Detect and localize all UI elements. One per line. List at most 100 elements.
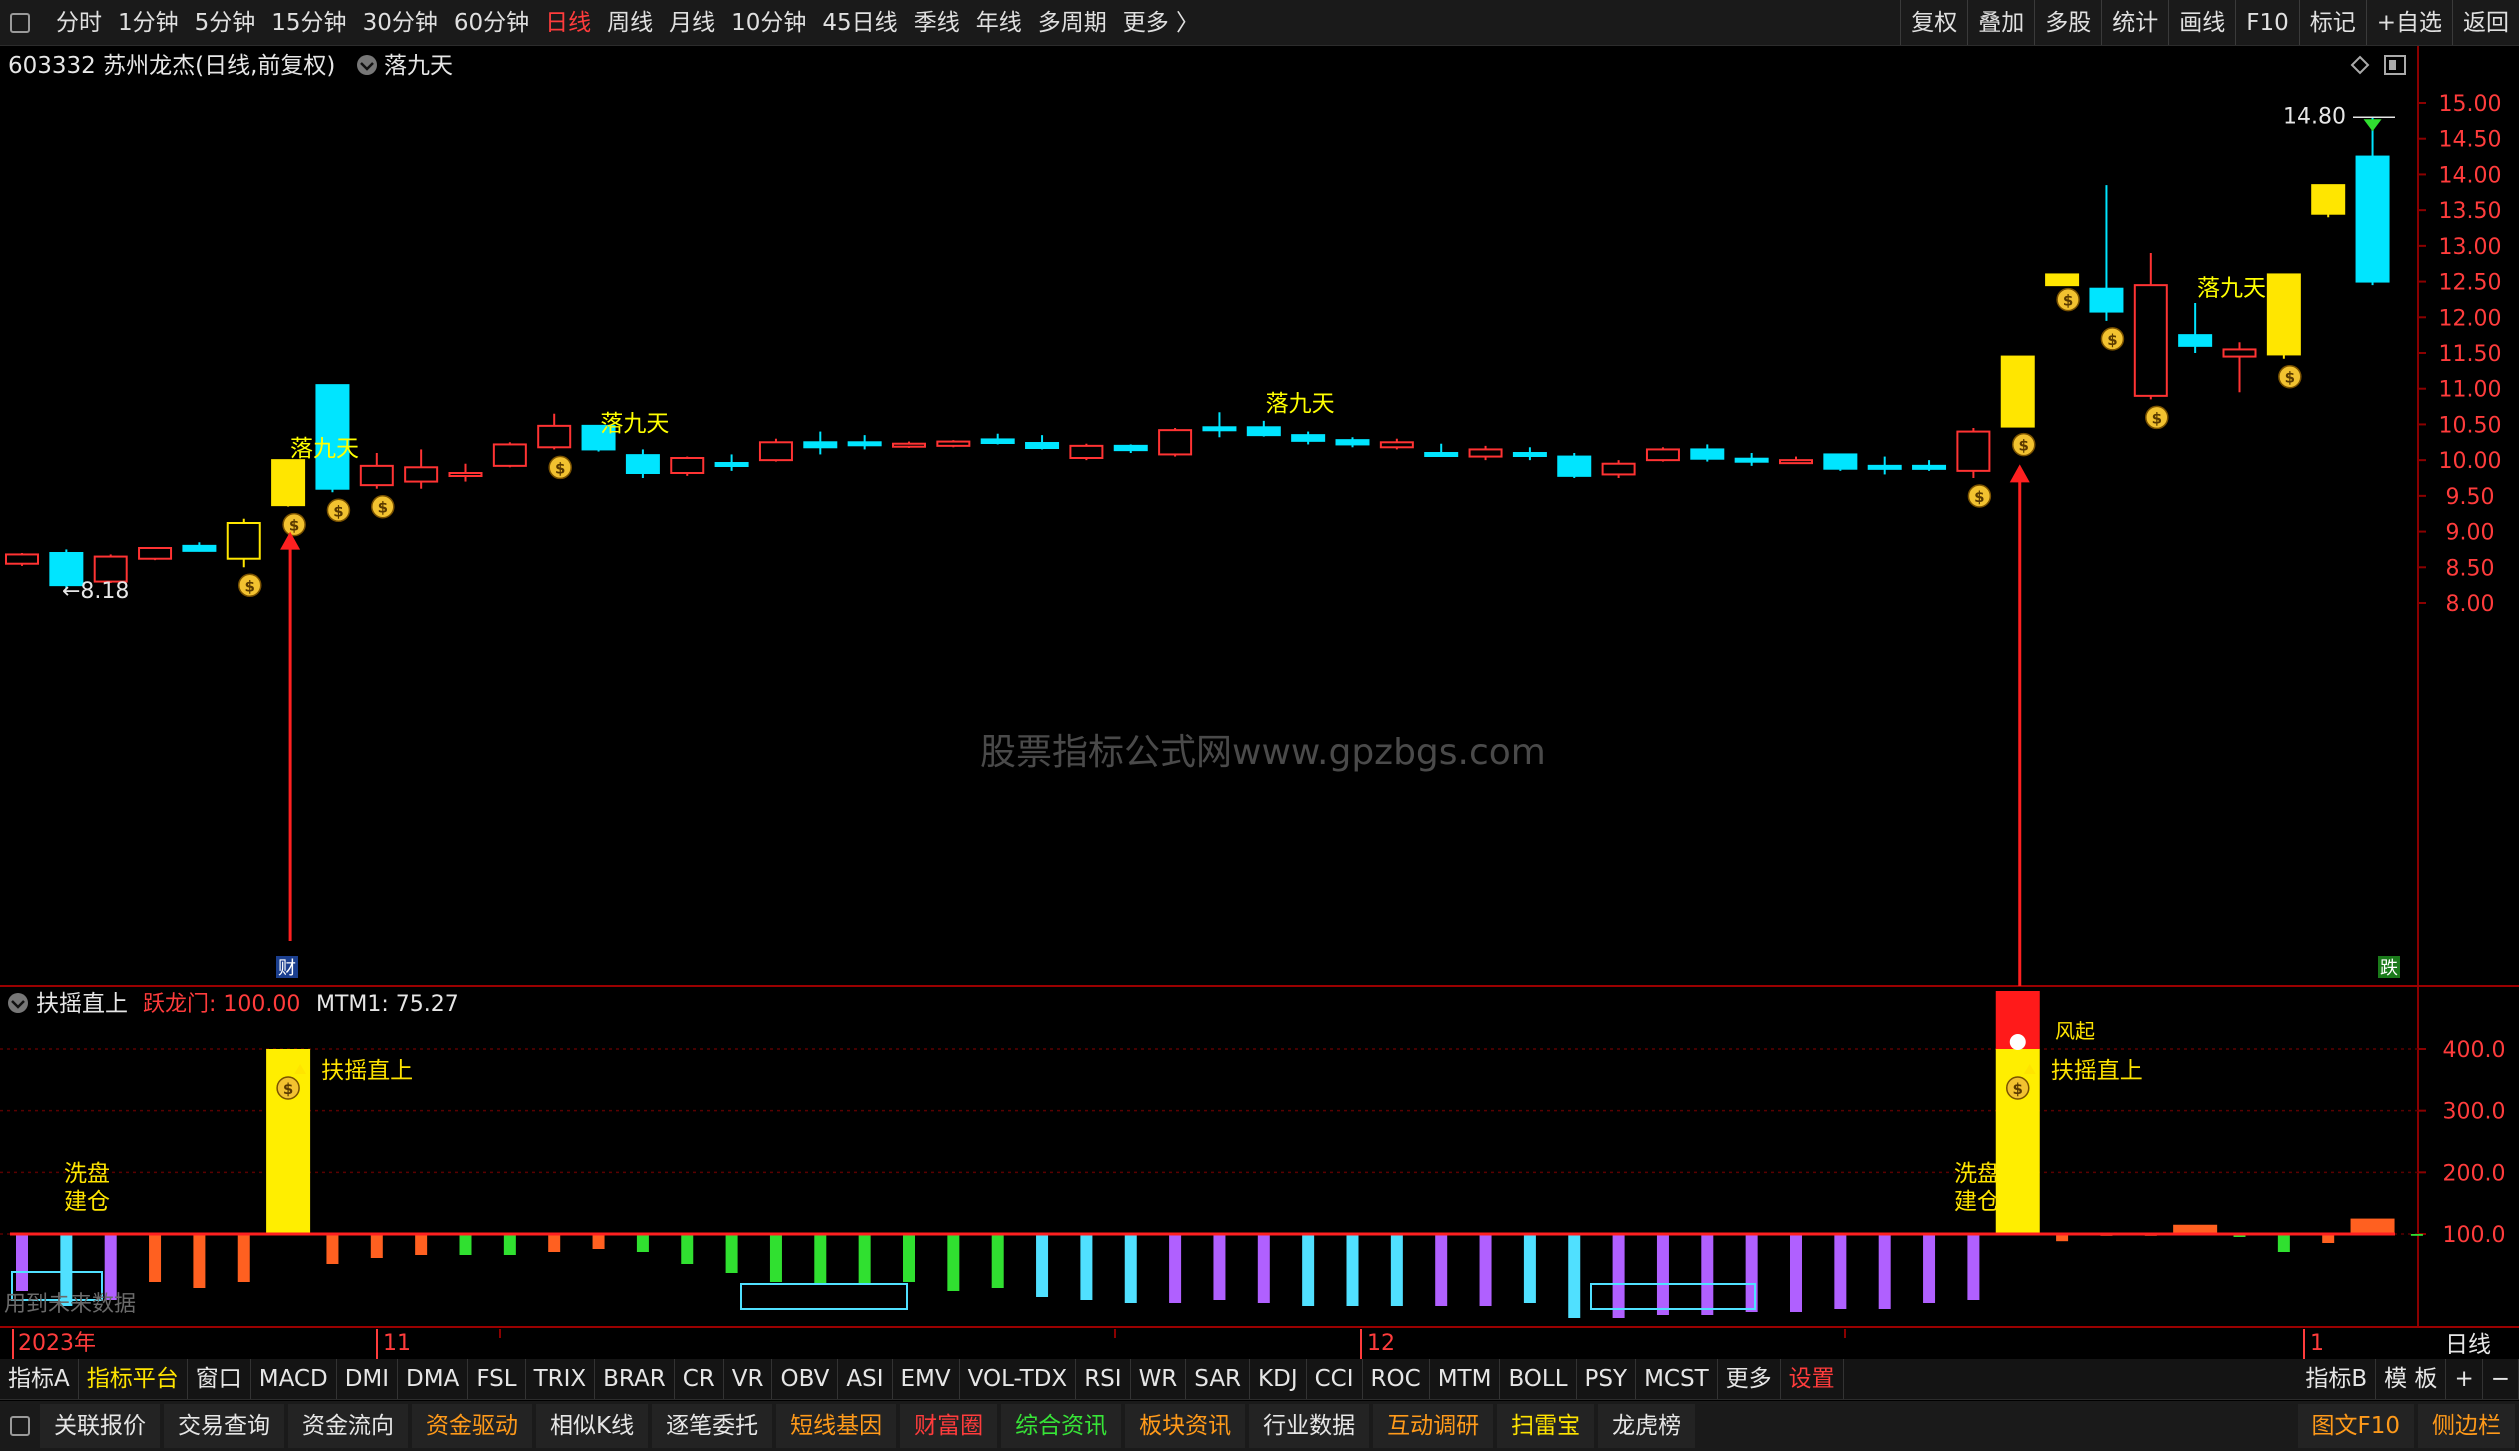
indicator-tab-9[interactable]: CR [675, 1359, 724, 1399]
indicator-tab-17[interactable]: SAR [1186, 1359, 1251, 1399]
indicator-tab-12[interactable]: ASI [838, 1359, 893, 1399]
date-axis: 2023年 11 12 1 日线 [12, 1329, 2491, 1359]
chart-area[interactable]: 603332 苏州龙杰(日线,前复权) 落九天 股票指标公式网www.gpzbg… [0, 46, 2519, 1359]
lower-money-bag-glyph-1: $ [2013, 1080, 2023, 1098]
indicator-tab-18[interactable]: KDJ [1250, 1359, 1307, 1399]
price-label-6: 12.00 [2439, 306, 2502, 331]
period-tab-5[interactable]: 60分钟 [446, 0, 537, 45]
candle-body-29 [1291, 434, 1326, 442]
period-tab-0[interactable]: 分时 [48, 0, 110, 45]
candle-5 [226, 518, 261, 568]
lower-bar-35 [1568, 1234, 1581, 1318]
indicator-tab-11[interactable]: OBV [772, 1359, 839, 1399]
candle-25 [1113, 444, 1148, 453]
period-tab-1[interactable]: 1分钟 [110, 0, 187, 45]
indicator-tab-20[interactable]: ROC [1363, 1359, 1430, 1399]
candle-body-18 [803, 441, 838, 449]
period-tab-10[interactable]: 45日线 [814, 0, 905, 45]
indicator-tab-0[interactable]: 指标A [0, 1359, 79, 1399]
indicator-tab-22[interactable]: BOLL [1500, 1359, 1577, 1399]
candle-body-3 [138, 547, 173, 560]
lower-bar-3 [149, 1234, 162, 1282]
period-tab-14[interactable]: 更多 〉 [1115, 0, 1207, 45]
indicator-right-tab-3[interactable]: − [2483, 1359, 2519, 1399]
diamond-icon[interactable] [2350, 55, 2370, 75]
tool-button-4[interactable]: 画线 [2168, 0, 2235, 45]
indicator-right-tab-0[interactable]: 指标B [2297, 1359, 2377, 1399]
indicator-tab-15[interactable]: RSI [1076, 1359, 1131, 1399]
candle-body-9 [404, 466, 439, 483]
indicator-dropdown-icon[interactable] [357, 55, 377, 75]
indicator-tab-6[interactable]: FSL [468, 1359, 526, 1399]
function-tab-2[interactable]: 资金流向 [288, 1404, 408, 1448]
indicator-tab-2[interactable]: 窗口 [188, 1359, 251, 1399]
indicator-right-tab-2[interactable]: + [2446, 1359, 2483, 1399]
period-tab-6[interactable]: 日线 [537, 0, 599, 45]
indicator-tab-1[interactable]: 指标平台 [79, 1359, 188, 1399]
function-tab-6[interactable]: 短线基因 [776, 1404, 897, 1448]
indicator-tab-5[interactable]: DMA [398, 1359, 469, 1399]
period-tab-11[interactable]: 季线 [906, 0, 968, 45]
function-tab-5[interactable]: 逐笔委托 [652, 1404, 773, 1448]
indicator-tab-24[interactable]: MCST [1636, 1359, 1718, 1399]
indicator-tab-25[interactable]: 更多 [1718, 1359, 1781, 1399]
function-tab-9[interactable]: 板块资讯 [1125, 1404, 1246, 1448]
lower-bar-29 [1302, 1234, 1315, 1306]
function-tab-10[interactable]: 行业数据 [1249, 1404, 1370, 1448]
period-tab-7[interactable]: 周线 [599, 0, 661, 45]
function-menu-icon[interactable] [10, 1416, 30, 1436]
indicator-tab-21[interactable]: MTM [1430, 1359, 1501, 1399]
function-tab-7[interactable]: 财富圈 [900, 1404, 998, 1448]
indicator-tab-16[interactable]: WR [1131, 1359, 1187, 1399]
period-tab-8[interactable]: 月线 [661, 0, 723, 45]
lower-bar-20 [903, 1234, 915, 1282]
function-tab-13[interactable]: 龙虎榜 [1598, 1404, 1696, 1448]
period-tab-3[interactable]: 15分钟 [263, 0, 354, 45]
period-tab-2[interactable]: 5分钟 [187, 0, 264, 45]
indicator-tab-19[interactable]: CCI [1307, 1359, 1363, 1399]
indicator-right-tab-1[interactable]: 模 板 [2376, 1359, 2447, 1399]
function-tab-0[interactable]: 关联报价 [40, 1404, 160, 1448]
indicator-tab-23[interactable]: PSY [1577, 1359, 1637, 1399]
toolbar-menu-icon[interactable] [10, 12, 30, 33]
tool-button-3[interactable]: 统计 [2101, 0, 2168, 45]
money-bag-glyph-5: $ [1974, 488, 1984, 506]
period-tab-9[interactable]: 10分钟 [723, 0, 814, 45]
candle-4 [182, 542, 217, 552]
indicator-tab-7[interactable]: TRIX [526, 1359, 596, 1399]
indicator-tab-8[interactable]: BRAR [595, 1359, 675, 1399]
function-bar: 关联报价 交易查询 资金流向 资金驱动 相似K线 逐笔委托 短线基因 财富圈 综合资讯 板块资讯行… [0, 1401, 2519, 1451]
indicator-tab-14[interactable]: VOL-TDX [960, 1359, 1077, 1399]
function-right-tab-0[interactable]: 图文F10 [2297, 1404, 2414, 1448]
function-tab-3[interactable]: 资金驱动 [412, 1404, 532, 1448]
tool-button-7[interactable]: +自选 [2365, 0, 2452, 45]
candle-body-47 [2089, 287, 2124, 313]
date-label-1: 12 [1367, 1331, 1395, 1356]
lower-indicator-dropdown-icon[interactable] [8, 993, 28, 1013]
indicator-tab-3[interactable]: MACD [251, 1359, 337, 1399]
function-tab-4[interactable]: 相似K线 [536, 1404, 649, 1448]
indicator-tab-4[interactable]: DMI [337, 1359, 399, 1399]
function-right-tab-1[interactable]: 侧边栏 [2418, 1404, 2515, 1448]
tool-button-2[interactable]: 多股 [2034, 0, 2101, 45]
indicator-tab-13[interactable]: EMV [893, 1359, 960, 1399]
period-tab-12[interactable]: 年线 [968, 0, 1030, 45]
tool-button-1[interactable]: 叠加 [1967, 0, 2034, 45]
function-tab-8[interactable]: 综合资讯 [1001, 1404, 1122, 1448]
period-tab-13[interactable]: 多周期 [1030, 0, 1115, 45]
function-tab-11[interactable]: 互动调研 [1373, 1404, 1494, 1448]
candle-body-43 [1912, 464, 1947, 470]
function-tab-1[interactable]: 交易查询 [164, 1404, 284, 1448]
tool-button-0[interactable]: 复权 [1900, 0, 1967, 45]
lower-bar-9 [415, 1234, 428, 1255]
tool-button-8[interactable]: 返回 [2452, 0, 2519, 45]
candle-51 [2266, 273, 2301, 359]
indicator-tab-26[interactable]: 设置 [1781, 1359, 1844, 1399]
candle-35 [1557, 453, 1592, 478]
function-tab-12[interactable]: 扫雷宝 [1497, 1404, 1595, 1448]
tool-button-5[interactable]: F10 [2235, 0, 2299, 45]
tool-button-6[interactable]: 标记 [2298, 0, 2366, 45]
period-tab-4[interactable]: 30分钟 [355, 0, 446, 45]
indicator-tab-10[interactable]: VR [724, 1359, 773, 1399]
candle-31 [1379, 438, 1414, 450]
